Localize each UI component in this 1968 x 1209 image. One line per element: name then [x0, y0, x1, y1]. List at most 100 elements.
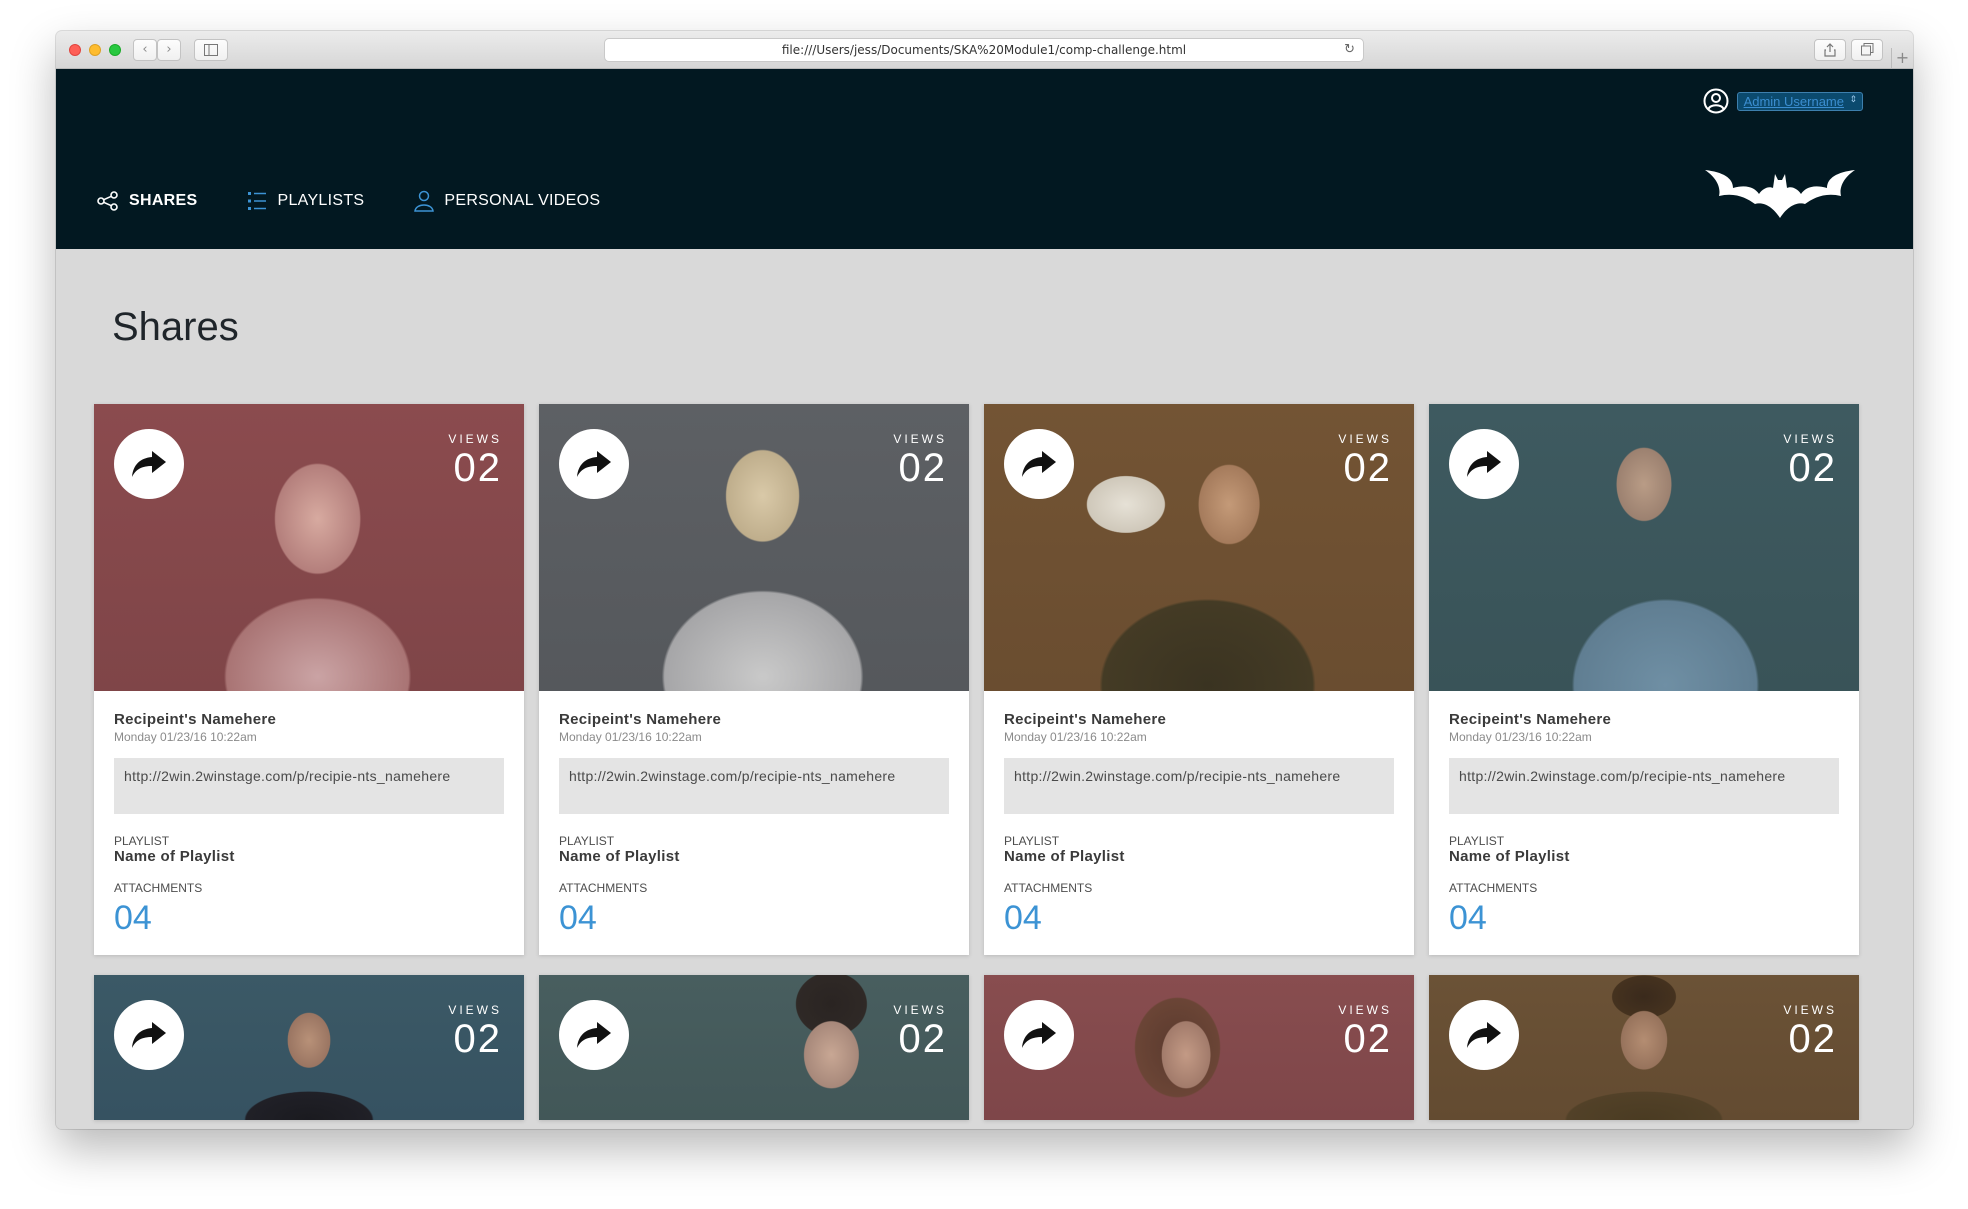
views-value: 02 [1343, 446, 1392, 490]
share-card[interactable]: VIEWS 02 [94, 975, 524, 1120]
nav-label: PLAYLISTS [277, 192, 365, 209]
chevron-right-icon: › [166, 42, 172, 57]
caret-updown-icon: ⇕ [1849, 93, 1857, 104]
list-icon [248, 192, 267, 210]
views-label: VIEWS [1338, 1003, 1392, 1017]
views-counter: VIEWS 02 [893, 1003, 947, 1061]
main-nav: SHARES PLAYLISTS PERSONAL VIDEOS [97, 190, 600, 212]
username-label: Admin Username [1743, 93, 1844, 109]
views-counter: VIEWS 02 [1783, 1003, 1837, 1061]
share-button[interactable] [559, 429, 629, 499]
views-counter: VIEWS 02 [448, 1003, 502, 1061]
share-card[interactable]: VIEWS 02 Recipeint's Namehere Monday 01/… [984, 404, 1414, 955]
share-url-field[interactable]: http://2win.2winstage.com/p/recipie-nts_… [1004, 758, 1394, 814]
views-label: VIEWS [448, 1003, 502, 1017]
share-card[interactable]: VIEWS 02 Recipeint's Namehere Monday 01/… [539, 404, 969, 955]
card-thumbnail[interactable]: VIEWS 02 [539, 404, 969, 691]
username-dropdown[interactable]: Admin Username ⇕ [1736, 91, 1863, 111]
views-counter: VIEWS 02 [448, 432, 502, 490]
card-details: Recipeint's Namehere Monday 01/23/16 10:… [1429, 691, 1859, 955]
back-button[interactable]: ‹ [133, 39, 157, 61]
share-card[interactable]: VIEWS 02 [984, 975, 1414, 1120]
recipient-name: Recipeint's Namehere [1004, 711, 1167, 728]
share-button[interactable] [114, 1000, 184, 1070]
forward-button[interactable]: › [157, 39, 181, 61]
views-counter: VIEWS 02 [1783, 432, 1837, 490]
share-arrow-icon [577, 451, 611, 477]
tabs-overview-button[interactable] [1851, 39, 1883, 61]
share-date: Monday 01/23/16 10:22am [1004, 730, 1147, 744]
share-icon [1824, 43, 1836, 57]
bat-logo-icon [1705, 170, 1855, 218]
card-thumbnail[interactable]: VIEWS 02 [1429, 975, 1859, 1120]
playlist-label: PLAYLIST [1449, 834, 1505, 848]
views-label: VIEWS [893, 1003, 947, 1017]
card-thumbnail[interactable]: VIEWS 02 [94, 975, 524, 1120]
playlist-name: Name of Playlist [1449, 848, 1570, 865]
share-card[interactable]: VIEWS 02 Recipeint's Namehere Monday 01/… [94, 404, 524, 955]
share-date: Monday 01/23/16 10:22am [1449, 730, 1592, 744]
new-tab-button[interactable]: + [1891, 48, 1913, 69]
browser-toolbar: ‹ › file:///Users/jess/Documents/SKA%20M… [56, 31, 1913, 69]
views-value: 02 [898, 446, 947, 490]
main-content: Shares VIEWS 02 Recipeint's Namehere Mon… [56, 249, 1913, 1129]
share-card[interactable]: VIEWS 02 [1429, 975, 1859, 1120]
nav-label: SHARES [129, 192, 198, 209]
attachments-label: ATTACHMENTS [114, 881, 203, 895]
reload-icon[interactable]: ↻ [1344, 39, 1355, 61]
user-circle-icon [1703, 88, 1729, 114]
person-icon [414, 190, 435, 212]
card-thumbnail[interactable]: VIEWS 02 [539, 975, 969, 1120]
views-label: VIEWS [1783, 1003, 1837, 1017]
share-url-field[interactable]: http://2win.2winstage.com/p/recipie-nts_… [1449, 758, 1839, 814]
attachments-count: 04 [1004, 899, 1042, 937]
card-thumbnail[interactable]: VIEWS 02 [1429, 404, 1859, 691]
share-arrow-icon [577, 1022, 611, 1048]
address-bar-url: file:///Users/jess/Documents/SKA%20Modul… [781, 43, 1187, 57]
views-label: VIEWS [1783, 432, 1837, 446]
sidebar-toggle-button[interactable] [194, 39, 228, 61]
views-value: 02 [1343, 1017, 1392, 1061]
playlist-label: PLAYLIST [1004, 834, 1060, 848]
close-window-button[interactable] [69, 44, 81, 56]
nav-item-personal-videos[interactable]: PERSONAL VIDEOS [414, 190, 600, 212]
views-value: 02 [453, 446, 502, 490]
attachments-label: ATTACHMENTS [1449, 881, 1538, 895]
share-arrow-icon [1467, 1022, 1501, 1048]
nav-item-playlists[interactable]: PLAYLISTS [247, 190, 364, 212]
views-label: VIEWS [893, 432, 947, 446]
views-counter: VIEWS 02 [1338, 1003, 1392, 1061]
views-value: 02 [898, 1017, 947, 1061]
browser-window: ‹ › file:///Users/jess/Documents/SKA%20M… [56, 31, 1913, 1129]
playlist-label: PLAYLIST [114, 834, 170, 848]
share-arrow-icon [132, 1022, 166, 1048]
attachments-count: 04 [559, 899, 597, 937]
address-bar[interactable]: file:///Users/jess/Documents/SKA%20Modul… [604, 38, 1364, 62]
share-button[interactable] [1449, 429, 1519, 499]
card-thumbnail[interactable]: VIEWS 02 [94, 404, 524, 691]
zoom-window-button[interactable] [109, 44, 121, 56]
user-menu[interactable]: Admin Username ⇕ [1703, 88, 1863, 114]
share-button[interactable] [114, 429, 184, 499]
views-counter: VIEWS 02 [1338, 432, 1392, 490]
minimize-window-button[interactable] [89, 44, 101, 56]
share-url-field[interactable]: http://2win.2winstage.com/p/recipie-nts_… [114, 758, 504, 814]
share-button[interactable] [1449, 1000, 1519, 1070]
share-date: Monday 01/23/16 10:22am [559, 730, 702, 744]
share-button[interactable] [559, 1000, 629, 1070]
nav-item-shares[interactable]: SHARES [97, 190, 197, 212]
card-thumbnail[interactable]: VIEWS 02 [984, 975, 1414, 1120]
share-url-field[interactable]: http://2win.2winstage.com/p/recipie-nts_… [559, 758, 949, 814]
views-label: VIEWS [1338, 432, 1392, 446]
recipient-name: Recipeint's Namehere [114, 711, 277, 728]
share-card[interactable]: VIEWS 02 [539, 975, 969, 1120]
playlist-name: Name of Playlist [559, 848, 680, 865]
share-button[interactable] [1004, 1000, 1074, 1070]
views-label: VIEWS [448, 432, 502, 446]
share-button[interactable] [1814, 39, 1846, 61]
share-button[interactable] [1004, 429, 1074, 499]
card-thumbnail[interactable]: VIEWS 02 [984, 404, 1414, 691]
views-value: 02 [1788, 446, 1837, 490]
share-date: Monday 01/23/16 10:22am [114, 730, 257, 744]
share-card[interactable]: VIEWS 02 Recipeint's Namehere Monday 01/… [1429, 404, 1859, 955]
